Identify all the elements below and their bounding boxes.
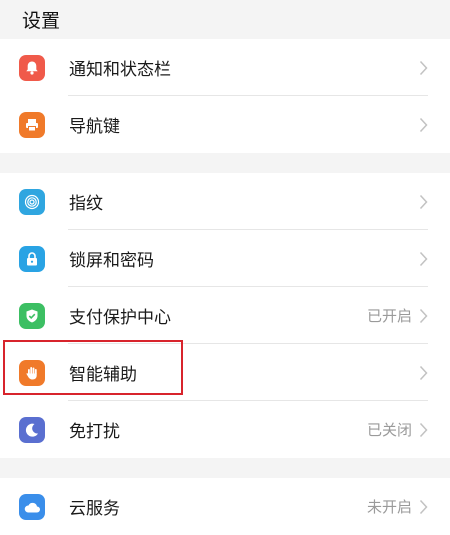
moon-icon xyxy=(19,416,45,443)
chevron-right-icon xyxy=(418,499,428,515)
settings-section-1: 通知和状态栏 导航键 xyxy=(0,39,450,153)
section-divider xyxy=(0,458,450,478)
settings-item-status: 已关闭 xyxy=(366,421,412,439)
settings-item-fingerprint[interactable]: 指纹 xyxy=(0,173,450,230)
settings-section-2: 指纹 锁屏和密码 支付保护中心 已开启 智能辅助 免打扰 已关闭 xyxy=(0,173,450,458)
hand-icon xyxy=(19,359,45,386)
settings-item-lockscreen-password[interactable]: 锁屏和密码 xyxy=(0,230,450,287)
cloud-icon xyxy=(19,493,45,520)
page-header: 设置 xyxy=(0,0,450,39)
page-title: 设置 xyxy=(22,10,61,32)
settings-item-label: 指纹 xyxy=(69,194,103,214)
chevron-right-icon xyxy=(418,60,428,76)
settings-item-label: 免打扰 xyxy=(69,422,120,442)
settings-item-label: 导航键 xyxy=(69,117,120,137)
printer-icon xyxy=(19,111,45,138)
settings-item-do-not-disturb[interactable]: 免打扰 已关闭 xyxy=(0,401,450,458)
settings-item-status: 未开启 xyxy=(366,498,412,516)
settings-item-label: 智能辅助 xyxy=(69,365,137,385)
chevron-right-icon xyxy=(418,117,428,133)
chevron-right-icon xyxy=(418,365,428,381)
settings-item-label: 锁屏和密码 xyxy=(69,251,154,271)
settings-item-label: 云服务 xyxy=(69,499,120,519)
fingerprint-icon xyxy=(19,188,45,215)
bell-icon xyxy=(19,54,45,81)
settings-item-label: 支付保护中心 xyxy=(69,308,171,328)
settings-item-label: 通知和状态栏 xyxy=(69,60,171,80)
shield-check-icon xyxy=(19,302,45,329)
settings-section-3: 云服务 未开启 xyxy=(0,478,450,535)
settings-item-notifications[interactable]: 通知和状态栏 xyxy=(0,39,450,96)
lock-icon xyxy=(19,245,45,272)
settings-item-navigation-keys[interactable]: 导航键 xyxy=(0,96,450,153)
chevron-right-icon xyxy=(418,422,428,438)
chevron-right-icon xyxy=(418,194,428,210)
settings-item-status: 已开启 xyxy=(366,307,412,325)
settings-item-payment-protection[interactable]: 支付保护中心 已开启 xyxy=(0,287,450,344)
settings-item-smart-assist[interactable]: 智能辅助 xyxy=(0,344,450,401)
section-divider xyxy=(0,153,450,173)
settings-item-cloud-service[interactable]: 云服务 未开启 xyxy=(0,478,450,535)
chevron-right-icon xyxy=(418,308,428,324)
chevron-right-icon xyxy=(418,251,428,267)
